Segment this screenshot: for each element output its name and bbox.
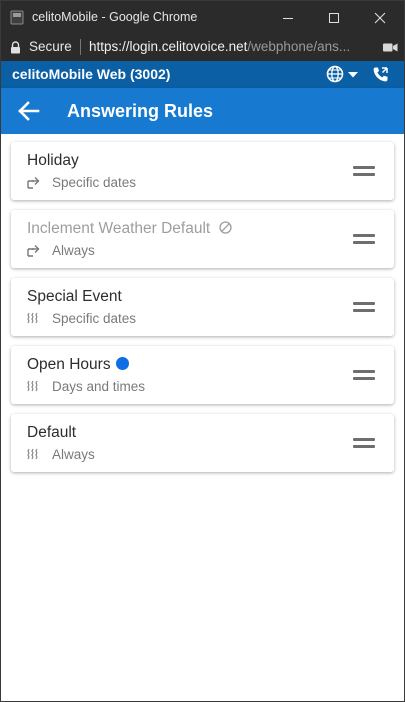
answering-rules-list: Holiday Specific dates Inclement Weather… [1,134,404,701]
page-title: Answering Rules [67,101,214,121]
address-divider [80,39,81,55]
back-arrow-icon[interactable] [18,101,40,121]
ring-group-icon [27,448,38,460]
page-toolbar: Answering Rules [1,88,404,134]
url-host: https://login.celitovoice.net [89,39,248,54]
secure-label: Secure [29,39,72,54]
ring-group-icon [27,312,38,324]
rule-schedule: Days and times [52,379,146,394]
rule-card-special-event[interactable]: Special Event Specific dates [11,278,394,336]
rule-card-default[interactable]: Default Always [11,414,394,472]
rule-schedule: Always [52,243,95,258]
camera-icon[interactable] [383,42,398,53]
rule-schedule-row: Always [27,447,95,462]
globe-icon[interactable] [326,65,344,83]
app-bar: celitoMobile Web (3002) [1,61,404,88]
rule-schedule-row: Specific dates [27,175,136,190]
rule-schedule-row: Always [27,243,95,258]
url-text[interactable]: https://login.celitovoice.net/webphone/a… [89,39,369,54]
rule-schedule-row: Days and times [27,379,145,394]
drag-handle-icon[interactable] [353,302,375,312]
rule-schedule: Specific dates [52,175,137,190]
forward-icon [27,177,40,189]
rule-schedule-row: Specific dates [27,311,136,326]
rule-card-open-hours[interactable]: Open Hours Days and times [11,346,394,404]
ring-group-icon [27,380,38,392]
drag-handle-icon[interactable] [353,370,375,380]
rule-card-holiday[interactable]: Holiday Specific dates [11,142,394,200]
app-icon [10,10,24,25]
rule-name: Default [27,424,77,441]
title-bar: celitoMobile - Google Chrome [1,1,404,34]
address-bar[interactable]: Secure https://login.celitovoice.net/web… [1,34,404,61]
drag-handle-icon[interactable] [353,234,375,244]
disabled-icon [218,221,232,234]
drag-handle-icon[interactable] [353,166,375,176]
close-button[interactable] [357,1,403,34]
rule-name: Special Event [27,288,122,305]
rule-name-text: Open Hours [27,356,111,373]
rule-card-inclement-weather-default[interactable]: Inclement Weather Default Always [11,210,394,268]
chevron-down-icon[interactable] [348,72,358,78]
minimize-button[interactable] [265,1,311,34]
rule-schedule: Specific dates [52,311,137,326]
lock-icon [11,41,20,54]
drag-handle-icon[interactable] [353,438,375,448]
rule-name: Open Hours [27,356,129,374]
browser-window: celitoMobile - Google Chrome Secure http… [0,0,405,702]
app-title: celitoMobile Web (3002) [12,66,171,82]
rule-name: Inclement Weather Default [27,220,232,238]
active-indicator-dot [115,357,129,370]
maximize-icon [329,12,339,23]
phone-icon[interactable] [372,66,389,83]
maximize-button[interactable] [311,1,357,34]
rule-schedule: Always [52,447,95,462]
forward-icon [27,245,40,257]
window-title: celitoMobile - Google Chrome [32,10,198,24]
url-path: /webphone/ans... [247,39,351,54]
rule-name: Holiday [27,152,79,169]
minimize-icon [283,17,293,19]
close-icon [374,12,386,23]
rule-name-text: Inclement Weather Default [27,220,211,237]
